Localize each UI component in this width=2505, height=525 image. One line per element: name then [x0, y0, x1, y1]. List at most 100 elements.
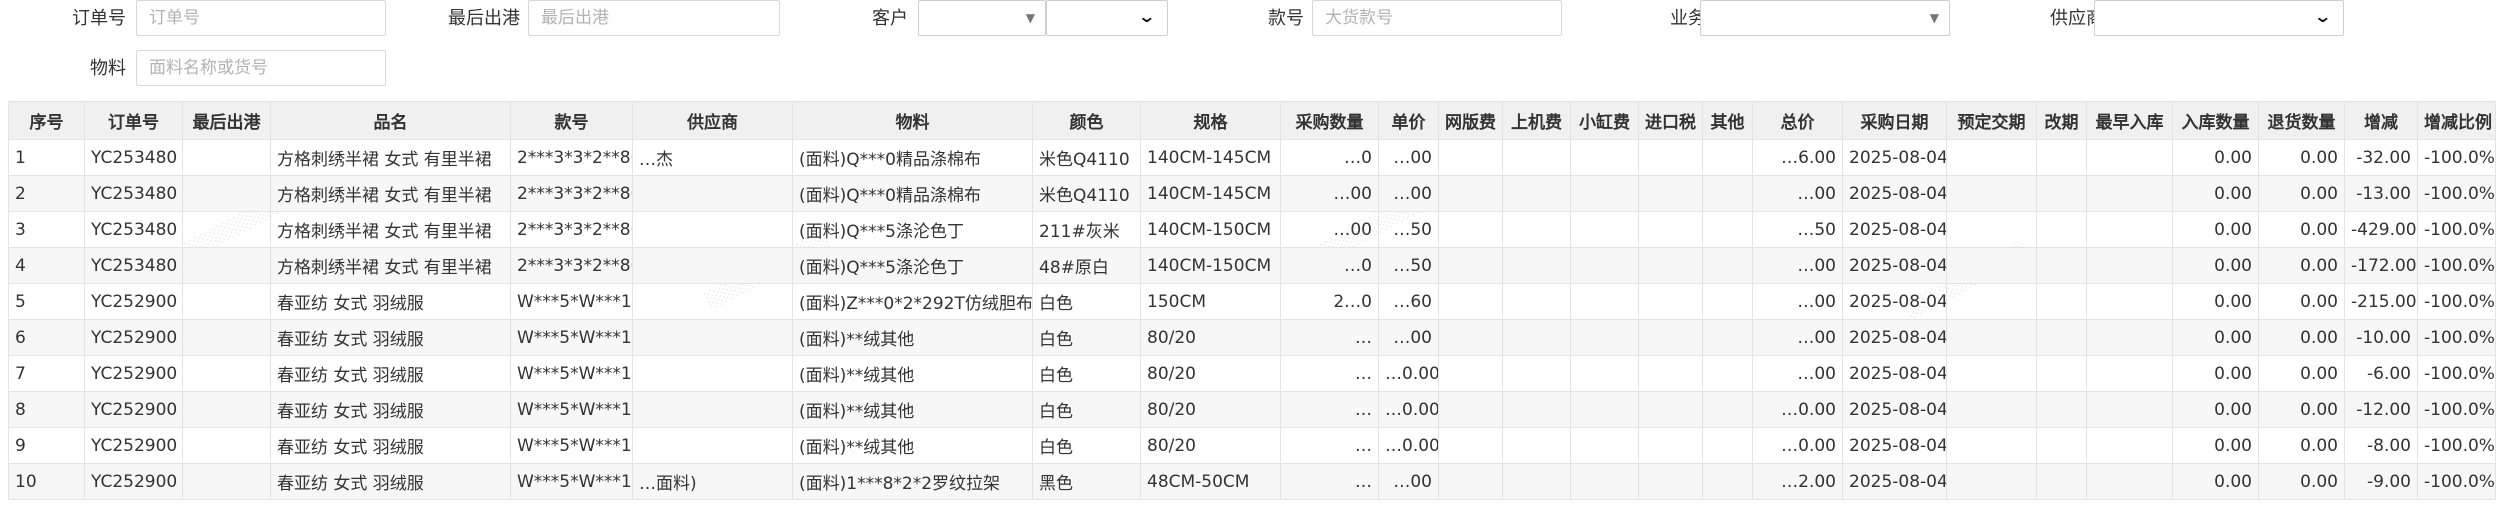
- cell-seq: 5: [8, 283, 85, 320]
- cell-empty: [1946, 175, 2037, 212]
- cell-date: 2025-08-04: [1842, 139, 1947, 176]
- cell-name: 春亚纺 女式 羽绒服: [270, 319, 511, 356]
- cell-name: 春亚纺 女式 羽绒服: [270, 355, 511, 392]
- table-row[interactable]: 5 YC252900 春亚纺 女式 羽绒服 W***5*W***1 (面料)Z***0*…: [8, 283, 2496, 320]
- column-header[interactable]: 进口税: [1638, 101, 1703, 140]
- style-no-label: 款号: [1268, 8, 1304, 29]
- column-header[interactable]: 网版费: [1438, 101, 1503, 140]
- cell-empty: [2086, 139, 2173, 176]
- cell-empty: [1502, 355, 1571, 392]
- cell-empty: [1702, 463, 1753, 500]
- column-header[interactable]: 颜色: [1032, 101, 1141, 140]
- cell-empty: [1946, 427, 2037, 464]
- table-row[interactable]: 9 YC252900 春亚纺 女式 羽绒服 W***5*W***1 (面料)**绒其他白…: [8, 427, 2496, 464]
- column-header[interactable]: 规格: [1140, 101, 1281, 140]
- cell-empty: [1502, 211, 1571, 248]
- cell-color: 米色Q4110: [1032, 175, 1141, 212]
- column-header[interactable]: 预定交期: [1946, 101, 2037, 140]
- table-row[interactable]: 8 YC252900 春亚纺 女式 羽绒服 W***5*W***1 (面料)**绒其他白…: [8, 391, 2496, 428]
- cell-price: …0.00: [1378, 391, 1439, 428]
- table-row[interactable]: 10 YC252900 春亚纺 女式 羽绒服 W***5*W***1 …面料) (面料)1…: [8, 463, 2496, 500]
- column-header[interactable]: 上机费: [1502, 101, 1571, 140]
- cell-ret-qty: 0.00: [2258, 319, 2345, 356]
- cell-delta: -10.00: [2344, 319, 2418, 356]
- cell-delta: -13.00: [2344, 175, 2418, 212]
- cell-order: YC252900: [84, 319, 183, 356]
- cell-empty: [1702, 319, 1753, 356]
- cell-empty: [1946, 283, 2037, 320]
- cell-empty: [1570, 355, 1639, 392]
- table-row[interactable]: 7 YC252900 春亚纺 女式 羽绒服 W***5*W***1 (面料)**绒其他白…: [8, 355, 2496, 392]
- cell-style: W***5*W***1: [510, 283, 633, 320]
- table-row[interactable]: 1 YC253480 方格刺绣半裙 女式 有里半裙 2***3*3*2**86 …杰 (面…: [8, 139, 2496, 176]
- cell-supplier: [632, 283, 793, 320]
- cell-empty: [1702, 283, 1753, 320]
- cell-name: 春亚纺 女式 羽绒服: [270, 463, 511, 500]
- customer-select-primary[interactable]: ▼: [918, 0, 1046, 36]
- column-header[interactable]: 款号: [510, 101, 633, 140]
- cell-order: YC252900: [84, 391, 183, 428]
- column-header[interactable]: 品名: [270, 101, 511, 140]
- business-select[interactable]: ▼: [1700, 0, 1950, 36]
- cell-spec: 80/20: [1140, 319, 1281, 356]
- column-header[interactable]: 最后出港: [182, 101, 271, 140]
- table-row[interactable]: 2 YC253480 方格刺绣半裙 女式 有里半裙 2***3*3*2**86 (面料)…: [8, 175, 2496, 212]
- cell-price: …00: [1378, 175, 1439, 212]
- customer-select-secondary[interactable]: ⌄: [1046, 0, 1168, 36]
- cell-price: …00: [1378, 139, 1439, 176]
- purchase-table: 序号 订单号 最后出港 品名 款号 供应商 物料 颜色 规格 采购数量 单价 网版费 上机费 小缸费 进口税…: [8, 101, 2496, 500]
- cell-delta: -215.00: [2344, 283, 2418, 320]
- cell-spec: 150CM: [1140, 283, 1281, 320]
- column-header[interactable]: 其他: [1702, 101, 1753, 140]
- table-row[interactable]: 6 YC252900 春亚纺 女式 羽绒服 W***5*W***1 (面料)**绒其他白…: [8, 319, 2496, 356]
- column-header[interactable]: 订单号: [84, 101, 183, 140]
- cell-empty: [1638, 427, 1703, 464]
- column-header[interactable]: 退货数量: [2258, 101, 2345, 140]
- table-header: 序号 订单号 最后出港 品名 款号 供应商 物料 颜色 规格 采购数量 单价 网版费 上机费 小缸费 进口税…: [8, 101, 2496, 140]
- cell-style: W***5*W***1: [510, 427, 633, 464]
- column-header[interactable]: 入库数量: [2172, 101, 2259, 140]
- cell-order: YC252900: [84, 463, 183, 500]
- material-input[interactable]: [136, 50, 386, 86]
- cell-empty: [1702, 211, 1753, 248]
- cell-style: 2***3*3*2**86: [510, 139, 633, 176]
- cell-date: 2025-08-04: [1842, 319, 1947, 356]
- cell-empty: [2086, 463, 2173, 500]
- cell-empty: [1638, 463, 1703, 500]
- column-header[interactable]: 序号: [8, 101, 85, 140]
- column-header[interactable]: 物料: [792, 101, 1033, 140]
- cell-spec: 80/20: [1140, 355, 1281, 392]
- cell-date: 2025-08-04: [1842, 211, 1947, 248]
- column-header[interactable]: 小缸费: [1570, 101, 1639, 140]
- column-header[interactable]: 供应商: [632, 101, 793, 140]
- cell-empty: [1570, 139, 1639, 176]
- cell-date: 2025-08-04: [1842, 391, 1947, 428]
- supplier-select[interactable]: ⌄: [2094, 0, 2344, 36]
- column-header[interactable]: 增减: [2344, 101, 2418, 140]
- cell-color: 白色: [1032, 427, 1141, 464]
- column-header[interactable]: 总价: [1752, 101, 1843, 140]
- column-header[interactable]: 采购日期: [1842, 101, 1947, 140]
- cell-empty: [1702, 427, 1753, 464]
- cell-empty: [2036, 427, 2087, 464]
- cell-in-qty: 0.00: [2172, 175, 2259, 212]
- table-row[interactable]: 4 YC253480 方格刺绣半裙 女式 有里半裙 2***3*3*2**86 (面料)…: [8, 247, 2496, 284]
- table-row[interactable]: 3 YC253480 方格刺绣半裙 女式 有里半裙 2***3*3*2**86 (面料)…: [8, 211, 2496, 248]
- cell-ratio: -100.0%: [2417, 211, 2496, 248]
- column-header[interactable]: 增减比例: [2417, 101, 2496, 140]
- column-header[interactable]: 单价: [1378, 101, 1439, 140]
- cell-material: (面料)Q***0精品涤棉布: [792, 139, 1033, 176]
- cell-supplier: [632, 355, 793, 392]
- column-header[interactable]: 最早入库: [2086, 101, 2173, 140]
- last-port-input[interactable]: [528, 0, 780, 36]
- order-no-input[interactable]: [136, 0, 386, 36]
- column-header[interactable]: 采购数量: [1280, 101, 1379, 140]
- cell-color: 白色: [1032, 355, 1141, 392]
- cell-qty: 2…0: [1280, 283, 1379, 320]
- cell-material: (面料)**绒其他: [792, 427, 1033, 464]
- style-no-input[interactable]: [1312, 0, 1562, 36]
- cell-material: (面料)Q***5涤沦色丁: [792, 247, 1033, 284]
- cell-supplier: [632, 427, 793, 464]
- column-header[interactable]: 改期: [2036, 101, 2087, 140]
- customer-label: 客户: [872, 8, 908, 29]
